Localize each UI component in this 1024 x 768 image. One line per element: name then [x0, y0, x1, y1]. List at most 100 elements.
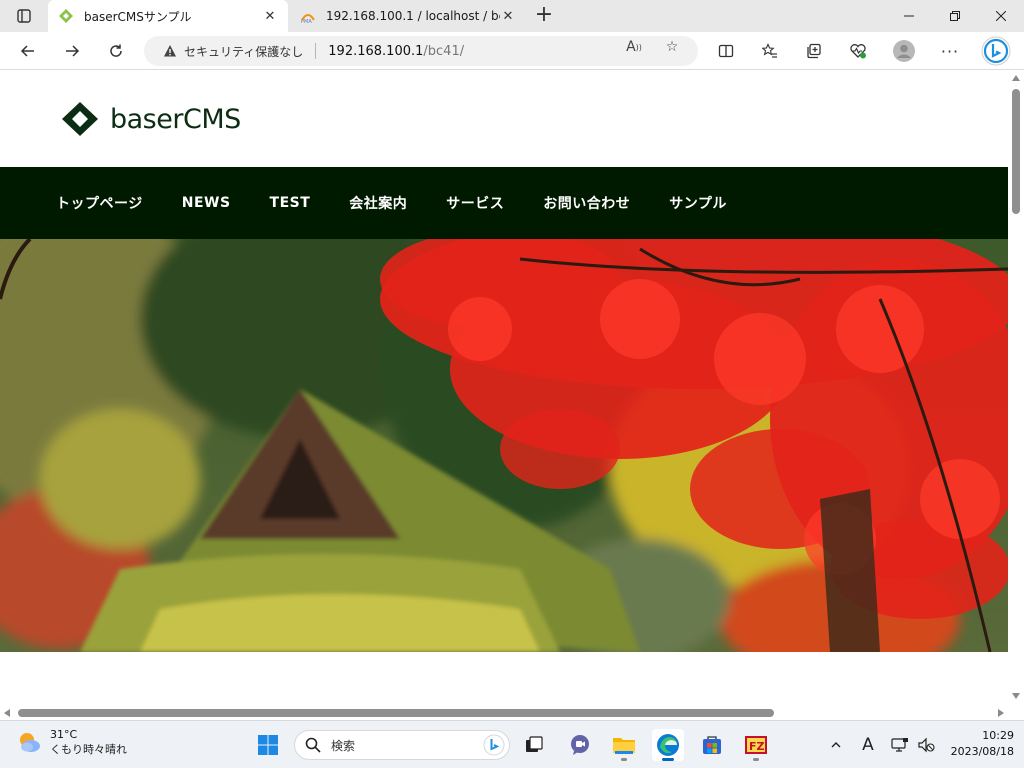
- bing-icon: [981, 36, 1011, 66]
- new-tab-button[interactable]: +: [532, 4, 556, 28]
- taskbar: 31°C くもり時々晴れ 検索 FZ A 10:29 2023/08/18: [0, 720, 1024, 768]
- edge-browser-button[interactable]: [652, 729, 684, 761]
- logo-text: baserCMS: [110, 103, 241, 135]
- site-logo[interactable]: baserCMS: [58, 100, 241, 138]
- more-dots-icon: ···: [940, 41, 960, 61]
- vertical-scroll-thumb[interactable]: [1012, 89, 1020, 214]
- chevron-up-icon: [831, 742, 841, 748]
- clock-date: 2023/08/18: [950, 745, 1014, 758]
- nav-item-sample[interactable]: サンプル: [669, 193, 727, 213]
- weather-condition: くもり時々晴れ: [50, 743, 127, 756]
- store-button[interactable]: [696, 729, 728, 761]
- close-window-button[interactable]: [978, 0, 1024, 32]
- nav-item-test[interactable]: TEST: [270, 195, 311, 211]
- start-button[interactable]: [252, 729, 284, 761]
- security-label[interactable]: セキュリティ保護なし: [184, 43, 303, 60]
- warning-triangle-icon: [162, 43, 178, 59]
- folder-icon: [613, 738, 635, 754]
- more-menu-button[interactable]: ···: [936, 37, 964, 65]
- avatar: [893, 40, 915, 62]
- tab-phpmyadmin[interactable]: PMA 192.168.100.1 / localhost / bc_db ✕: [290, 0, 526, 32]
- read-aloud-icon[interactable]: A)): [626, 39, 642, 55]
- collections-button[interactable]: [800, 37, 828, 65]
- favorites-button[interactable]: [756, 37, 784, 65]
- hero-image: [0, 239, 1008, 652]
- tab-close-icon[interactable]: ✕: [262, 8, 278, 24]
- phpmyadmin-icon: PMA: [300, 8, 316, 24]
- profile-button[interactable]: [890, 37, 918, 65]
- scroll-down-arrow-icon[interactable]: [1012, 693, 1020, 699]
- scroll-left-arrow-icon[interactable]: [4, 709, 10, 717]
- nav-item-contact[interactable]: お問い合わせ: [543, 193, 630, 213]
- address-separator: [315, 43, 317, 59]
- chat-icon: [571, 735, 589, 755]
- vertical-scrollbar[interactable]: [1008, 71, 1024, 706]
- url-host: 192.168.100.1: [328, 43, 424, 59]
- site-header: baserCMS: [0, 71, 1008, 167]
- file-explorer-button[interactable]: [608, 729, 640, 761]
- url-path: /bc41/: [423, 43, 465, 59]
- show-hidden-icons-button[interactable]: [824, 733, 848, 757]
- tab-actions-button[interactable]: [10, 6, 38, 26]
- running-indicator: [753, 758, 759, 761]
- task-view-button[interactable]: [518, 729, 550, 761]
- bing-copilot-button[interactable]: [980, 35, 1012, 67]
- split-screen-button[interactable]: [712, 37, 740, 65]
- back-button[interactable]: [14, 37, 42, 65]
- horizontal-scrollbar[interactable]: [0, 706, 1008, 720]
- running-indicator: [621, 758, 627, 761]
- system-clock[interactable]: 10:29 2023/08/18: [944, 728, 1014, 760]
- taskbar-search[interactable]: 検索: [294, 730, 510, 760]
- store-icon: [703, 736, 721, 754]
- nav-item-top[interactable]: トップページ: [56, 193, 143, 213]
- minimize-button[interactable]: [886, 0, 932, 32]
- weather-widget[interactable]: 31°C くもり時々晴れ: [16, 727, 127, 757]
- ime-indicator[interactable]: A: [856, 733, 880, 757]
- global-navigation: トップページ NEWS TEST 会社案内 サービス お問い合わせ サンプル: [0, 167, 1008, 239]
- filezilla-button[interactable]: FZ: [740, 729, 772, 761]
- network-button[interactable]: [888, 733, 912, 757]
- network-icon: [891, 738, 908, 752]
- address-bar[interactable]: セキュリティ保護なし 192.168.100.1/bc41/: [144, 36, 698, 66]
- forward-button[interactable]: [58, 37, 86, 65]
- filezilla-icon: FZ: [745, 736, 767, 754]
- teams-chat-button[interactable]: [564, 729, 596, 761]
- tab-bar: baserCMSサンプル ✕ PMA 192.168.100.1 / local…: [0, 0, 1024, 32]
- weather-temp: 31°C: [50, 728, 78, 741]
- horizontal-scroll-thumb[interactable]: [18, 709, 774, 717]
- refresh-icon: [110, 44, 122, 57]
- scroll-right-arrow-icon[interactable]: [998, 709, 1004, 717]
- close-icon: [996, 11, 1006, 21]
- refresh-button[interactable]: [102, 37, 130, 65]
- windows-start-icon: [258, 735, 278, 755]
- svg-text:PMA: PMA: [301, 19, 312, 24]
- scrollbar-corner: [1008, 706, 1024, 720]
- browser-essentials-button[interactable]: [844, 37, 872, 65]
- nav-item-service[interactable]: サービス: [446, 193, 504, 213]
- heart-pulse-icon: [850, 44, 866, 59]
- bing-search-icon[interactable]: [483, 734, 505, 756]
- split-screen-icon: [718, 44, 734, 58]
- scroll-up-arrow-icon[interactable]: [1012, 75, 1020, 81]
- collections-icon: [807, 43, 821, 59]
- volume-button[interactable]: [914, 733, 938, 757]
- nav-item-company[interactable]: 会社案内: [349, 193, 407, 213]
- favorite-star-icon[interactable]: ☆: [664, 39, 680, 55]
- address-toolbar: セキュリティ保護なし 192.168.100.1/bc41/ A)) ☆ ···: [0, 32, 1024, 70]
- tab-basercms[interactable]: baserCMSサンプル ✕: [48, 0, 288, 32]
- tab-title: 192.168.100.1 / localhost / bc_db: [326, 9, 500, 23]
- minimize-icon: [904, 15, 914, 17]
- autumn-maple-hero-image: [0, 239, 1008, 652]
- tab-actions-icon: [17, 9, 31, 23]
- clock-time: 10:29: [982, 729, 1014, 742]
- nav-item-news[interactable]: NEWS: [182, 195, 231, 211]
- weather-partly-cloudy-icon: [20, 733, 40, 752]
- tab-close-icon[interactable]: ✕: [500, 8, 516, 24]
- active-indicator: [662, 758, 674, 761]
- restore-button[interactable]: [932, 0, 978, 32]
- basercms-logo-icon: [62, 102, 98, 136]
- volume-muted-icon: [918, 737, 935, 753]
- forward-arrow-icon: [66, 45, 80, 57]
- tab-title: baserCMSサンプル: [84, 9, 192, 24]
- search-label: 検索: [331, 738, 356, 753]
